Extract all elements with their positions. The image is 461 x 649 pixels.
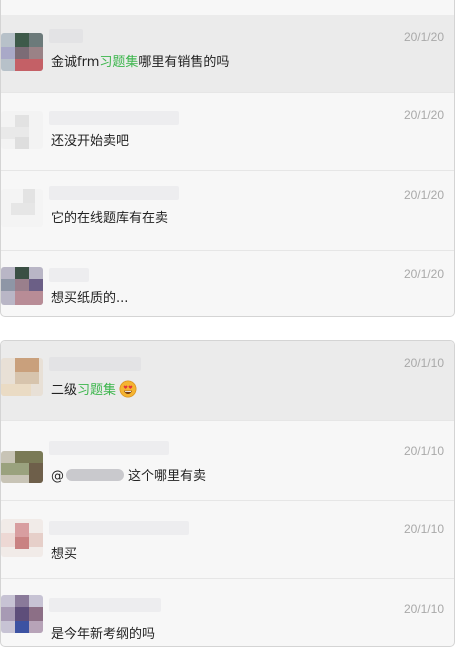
comment-text: 金诚frm习题集哪里有销售的吗 (51, 51, 229, 70)
topic-link[interactable]: 习题集 (99, 55, 138, 70)
comment-item[interactable]: 20/1/20 还没开始卖吧 (1, 93, 454, 171)
username-blurred[interactable] (49, 29, 83, 43)
username-blurred[interactable] (49, 521, 189, 535)
comment-thread-panel: 20/1/10 二级习题集 20/1/10 @ 这个哪里有卖 20/1/10 想买 (0, 340, 455, 647)
comment-text: 二级习题集 (51, 379, 137, 398)
mention-at[interactable]: @ (51, 469, 64, 484)
heart-eyes-emoji-icon (119, 380, 137, 398)
comment-item[interactable]: 20/1/10 想买 (1, 501, 454, 579)
comment-date: 20/1/10 (403, 602, 444, 616)
comment-item[interactable]: 20/1/20 它的在线题库有在卖 (1, 171, 454, 251)
username-blurred[interactable] (49, 111, 179, 125)
avatar[interactable] (1, 519, 43, 557)
comment-text-part: 金诚frm (51, 55, 100, 70)
username-blurred[interactable] (49, 268, 89, 282)
avatar[interactable] (1, 595, 43, 633)
username-blurred[interactable] (49, 357, 141, 371)
comment-text: @ 这个哪里有卖 (51, 465, 206, 484)
comment-text: 想买 (51, 547, 78, 562)
avatar[interactable] (1, 33, 43, 71)
comment-date: 20/1/20 (403, 30, 444, 44)
comment-date: 20/1/10 (403, 356, 444, 370)
topic-link[interactable]: 习题集 (77, 383, 116, 398)
username-blurred[interactable] (49, 441, 169, 455)
comment-thread-panel: 20/1/20 金诚frm习题集哪里有销售的吗 20/1/20 还没开始卖吧 2… (0, 0, 455, 317)
comment-item[interactable]: 20/1/10 二级习题集 (1, 341, 454, 421)
avatar[interactable] (1, 111, 43, 149)
mention-user-blurred[interactable] (66, 469, 124, 481)
comment-text-part: 哪里有销售的吗 (138, 55, 230, 70)
username-blurred[interactable] (49, 598, 161, 612)
comment-text-part: 二级 (51, 383, 78, 398)
comment-date: 20/1/10 (403, 444, 444, 458)
avatar[interactable] (1, 189, 43, 227)
avatar[interactable] (1, 267, 43, 305)
comment-text: 还没开始卖吧 (51, 134, 130, 149)
comment-date: 20/1/10 (403, 522, 444, 536)
comment-item[interactable]: 20/1/20 想买纸质的... (1, 251, 454, 316)
username-blurred[interactable] (49, 186, 179, 200)
comment-text: 它的在线题库有在卖 (51, 211, 169, 226)
comment-item[interactable]: 20/1/20 金诚frm习题集哪里有销售的吗 (1, 15, 454, 93)
avatar[interactable] (1, 451, 43, 483)
comment-text: 是今年新考纲的吗 (51, 627, 156, 642)
comment-date: 20/1/20 (403, 188, 444, 202)
comment-text: 想买纸质的... (51, 291, 129, 306)
comment-item[interactable]: 20/1/10 @ 这个哪里有卖 (1, 421, 454, 501)
comment-date: 20/1/20 (403, 108, 444, 122)
comment-text-part: 这个哪里有卖 (128, 469, 207, 484)
comment-date: 20/1/20 (403, 267, 444, 281)
comment-item[interactable]: 20/1/10 是今年新考纲的吗 (1, 579, 454, 646)
avatar[interactable] (1, 358, 43, 396)
